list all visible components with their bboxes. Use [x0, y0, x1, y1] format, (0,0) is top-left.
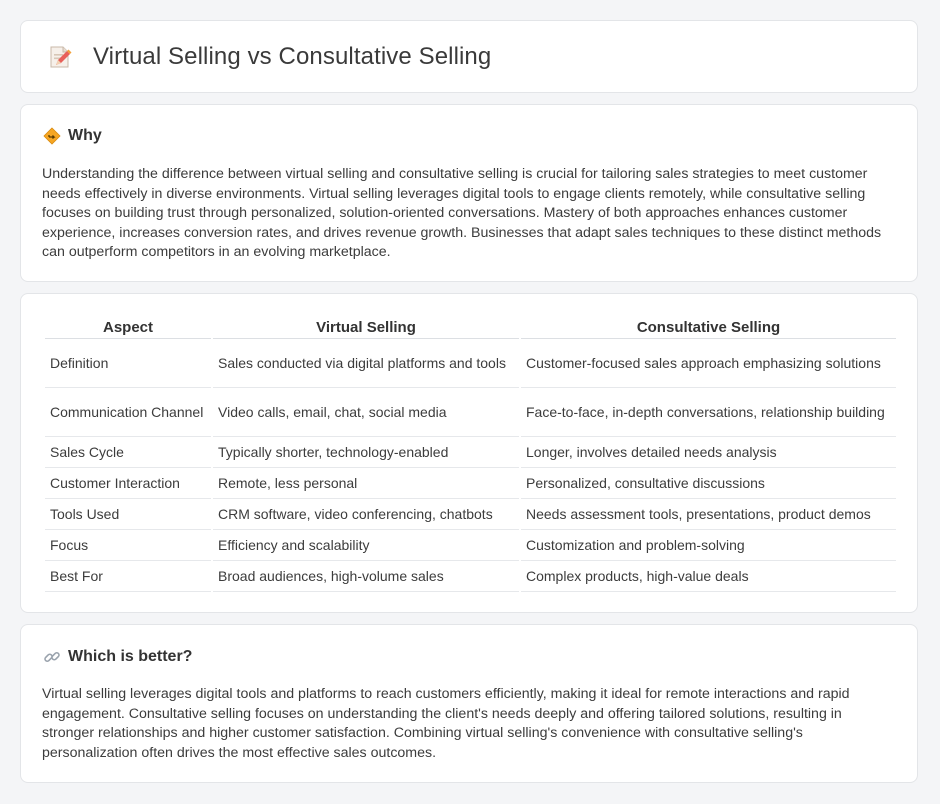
cell-consultative: Complex products, high-value deals: [521, 561, 896, 592]
header-virtual-selling: Virtual Selling: [213, 316, 519, 339]
cell-aspect: Customer Interaction: [45, 468, 211, 499]
why-section: Why Understanding the difference between…: [20, 104, 918, 282]
table-row: Definition Sales conducted via digital p…: [45, 339, 896, 388]
why-heading: Why: [68, 127, 102, 144]
header-consultative-selling: Consultative Selling: [521, 316, 896, 339]
cell-consultative: Personalized, consultative discussions: [521, 468, 896, 499]
cell-consultative: Face-to-face, in-depth conversations, re…: [521, 388, 896, 437]
diamond-sign-icon: [43, 127, 61, 145]
cell-consultative: Customization and problem-solving: [521, 530, 896, 561]
cell-aspect: Focus: [45, 530, 211, 561]
cell-aspect: Tools Used: [45, 499, 211, 530]
cell-aspect: Sales Cycle: [45, 437, 211, 468]
link-icon: [44, 651, 60, 663]
cell-virtual: CRM software, video conferencing, chatbo…: [213, 499, 519, 530]
table-row: Sales Cycle Typically shorter, technolog…: [45, 437, 896, 468]
cell-virtual: Remote, less personal: [213, 468, 519, 499]
table-row: Best For Broad audiences, high-volume sa…: [45, 561, 896, 592]
cell-aspect: Definition: [45, 339, 211, 388]
table-row: Customer Interaction Remote, less person…: [45, 468, 896, 499]
table-header-row: Aspect Virtual Selling Consultative Sell…: [45, 316, 896, 339]
cell-consultative: Needs assessment tools, presentations, p…: [521, 499, 896, 530]
cell-virtual: Video calls, email, chat, social media: [213, 388, 519, 437]
page-title: Virtual Selling vs Consultative Selling: [93, 43, 492, 70]
cell-aspect: Communication Channel: [45, 388, 211, 437]
document-pencil-icon: [50, 46, 72, 68]
table-row: Communication Channel Video calls, email…: [45, 388, 896, 437]
better-heading-row: Which is better?: [43, 648, 192, 666]
better-text: Virtual selling leverages digital tools …: [42, 686, 850, 761]
title-row: Virtual Selling vs Consultative Selling: [47, 43, 491, 71]
table-row: Focus Efficiency and scalability Customi…: [45, 530, 896, 561]
cell-consultative: Longer, involves detailed needs analysis: [521, 437, 896, 468]
cell-virtual: Sales conducted via digital platforms an…: [213, 339, 519, 388]
which-is-better-section: Which is better? Virtual selling leverag…: [20, 624, 918, 783]
why-heading-row: Why: [43, 127, 102, 145]
why-text: Understanding the difference between vir…: [42, 166, 882, 260]
title-card: Virtual Selling vs Consultative Selling: [20, 20, 918, 93]
cell-virtual: Typically shorter, technology-enabled: [213, 437, 519, 468]
comparison-section: Aspect Virtual Selling Consultative Sell…: [20, 293, 918, 613]
cell-aspect: Best For: [45, 561, 211, 592]
table-row: Tools Used CRM software, video conferenc…: [45, 499, 896, 530]
header-aspect: Aspect: [45, 316, 211, 339]
cell-virtual: Broad audiences, high-volume sales: [213, 561, 519, 592]
cell-consultative: Customer-focused sales approach emphasiz…: [521, 339, 896, 388]
cell-virtual: Efficiency and scalability: [213, 530, 519, 561]
comparison-table: Aspect Virtual Selling Consultative Sell…: [43, 316, 898, 592]
better-heading: Which is better?: [68, 648, 193, 665]
